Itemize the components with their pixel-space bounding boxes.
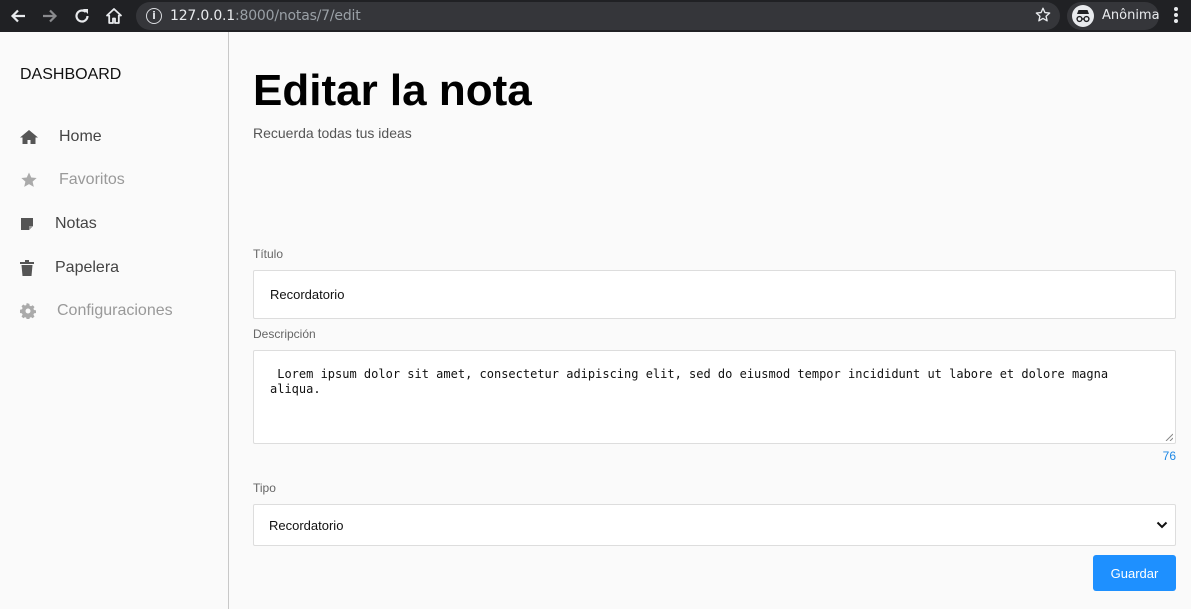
home-icon xyxy=(19,127,39,147)
sidebar-item-label: Favoritos xyxy=(59,171,125,188)
titulo-label: Título xyxy=(253,247,284,261)
chevron-down-icon xyxy=(1156,521,1168,529)
bookmark-star-icon[interactable] xyxy=(1034,6,1052,29)
browser-menu-icon[interactable] xyxy=(1168,6,1184,26)
profile-label: Anônima xyxy=(1102,8,1160,23)
site-info-icon[interactable]: i xyxy=(146,8,162,24)
tipo-selected-value: Recordatorio xyxy=(269,517,344,533)
sidebar-item-notas[interactable]: Notas xyxy=(19,212,97,236)
sidebar: DASHBOARD Home Favoritos Notas Papelera … xyxy=(0,32,229,609)
tipo-select[interactable]: Recordatorio xyxy=(253,504,1176,546)
descripcion-label: Descripción xyxy=(253,327,316,341)
save-button[interactable]: Guardar xyxy=(1093,555,1176,591)
address-bar[interactable]: i 127.0.0.1:8000/notas/7/edit xyxy=(136,2,1060,30)
star-icon xyxy=(19,170,39,190)
reload-icon[interactable] xyxy=(70,4,94,28)
descripcion-text: Lorem ipsum dolor sit amet, consectetur … xyxy=(270,367,1116,396)
main-content: Editar la nota Recuerda todas tus ideas … xyxy=(230,32,1191,609)
home-page-icon[interactable] xyxy=(102,4,126,28)
sidebar-item-home[interactable]: Home xyxy=(19,125,102,149)
gear-icon xyxy=(19,301,37,321)
url-path: :8000/notas/7/edit xyxy=(235,8,361,24)
browser-toolbar: i 127.0.0.1:8000/notas/7/edit Anônima xyxy=(0,0,1191,32)
page-subtitle: Recuerda todas tus ideas xyxy=(253,125,412,141)
sidebar-item-papelera[interactable]: Papelera xyxy=(19,256,119,280)
character-count: 76 xyxy=(1162,449,1176,463)
titulo-input[interactable] xyxy=(253,270,1176,319)
brand-title[interactable]: DASHBOARD xyxy=(20,66,121,84)
resize-handle-icon[interactable] xyxy=(1165,433,1173,441)
sidebar-item-label: Papelera xyxy=(55,259,120,276)
back-arrow-icon[interactable] xyxy=(6,4,30,28)
sidebar-item-label: Home xyxy=(59,128,102,145)
trash-icon xyxy=(19,258,35,278)
profile-button[interactable]: Anônima xyxy=(1067,2,1160,30)
page-title: Editar la nota xyxy=(253,66,532,115)
sidebar-item-label: Configuraciones xyxy=(57,302,173,319)
tipo-label: Tipo xyxy=(253,481,276,495)
sidebar-item-favoritos[interactable]: Favoritos xyxy=(19,168,125,192)
sidebar-item-label: Notas xyxy=(55,215,97,232)
descripcion-textarea[interactable]: Lorem ipsum dolor sit amet, consectetur … xyxy=(253,350,1176,444)
note-icon xyxy=(19,214,35,234)
sidebar-item-configuraciones[interactable]: Configuraciones xyxy=(19,299,173,323)
incognito-icon xyxy=(1072,5,1094,27)
url-host: 127.0.0.1 xyxy=(170,8,235,24)
url-text[interactable]: 127.0.0.1:8000/notas/7/edit xyxy=(170,8,361,24)
forward-arrow-icon[interactable] xyxy=(38,4,62,28)
